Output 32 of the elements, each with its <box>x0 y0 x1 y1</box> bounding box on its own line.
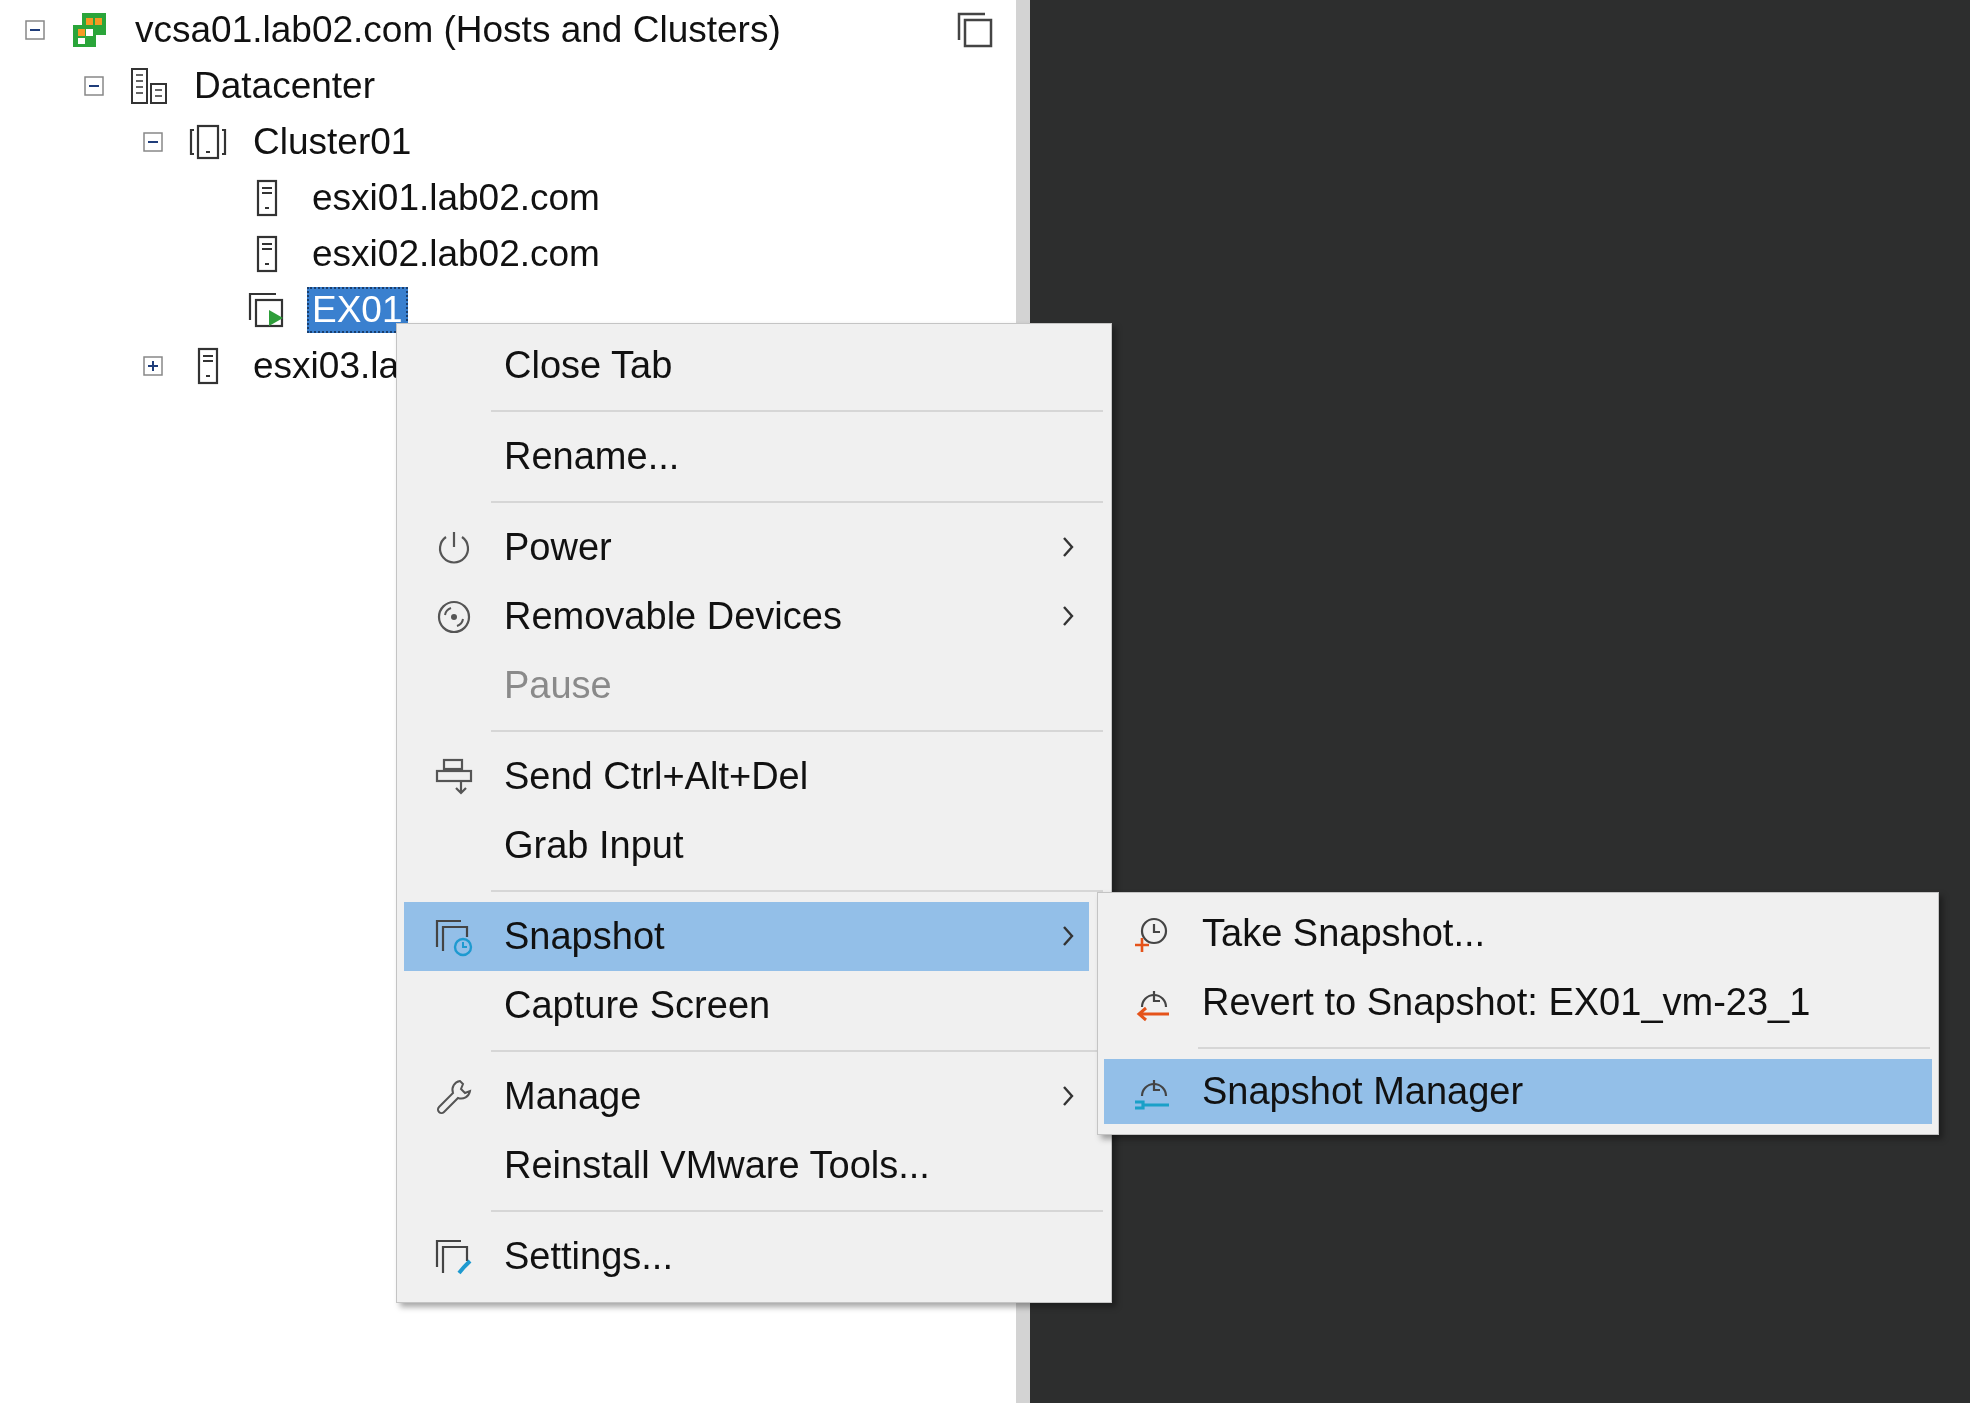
cluster-icon <box>188 122 228 162</box>
keyboard-send-icon <box>434 756 474 797</box>
menu-item[interactable]: Revert to Snapshot: EX01_vm-23_1 <box>1104 968 1932 1037</box>
menu-item[interactable]: Power <box>404 513 1089 582</box>
tree-item[interactable]: esxi02.lab02.com <box>307 231 605 277</box>
menu-item[interactable]: Close Tab <box>404 331 1089 400</box>
chevron-right-icon <box>1061 924 1075 948</box>
chevron-right-icon <box>1061 1084 1075 1108</box>
copy-icon[interactable] <box>955 10 995 50</box>
chevron-right-icon <box>1061 604 1075 628</box>
tree-item[interactable]: EX01 <box>307 287 408 333</box>
menu-item[interactable]: Manage <box>404 1062 1089 1131</box>
menu-item[interactable]: Snapshot <box>404 902 1089 971</box>
tree-item[interactable]: Datacenter <box>189 63 380 109</box>
buildings-icon <box>129 66 169 106</box>
tree-item[interactable]: vcsa01.lab02.com (Hosts and Clusters) <box>130 7 786 53</box>
menu-item[interactable]: Settings... <box>404 1222 1089 1291</box>
collapse-icon[interactable] <box>25 20 45 40</box>
expand-icon[interactable] <box>143 356 163 376</box>
menu-item[interactable]: Reinstall VMware Tools... <box>404 1131 1089 1200</box>
menu-item[interactable]: Removable Devices <box>404 582 1089 651</box>
menu-item[interactable]: Rename... <box>404 422 1089 491</box>
menu-item[interactable]: Capture Screen <box>404 971 1089 1040</box>
collapse-icon[interactable] <box>84 76 104 96</box>
menu-item[interactable]: Grab Input <box>404 811 1089 880</box>
menu-item[interactable]: Take Snapshot... <box>1104 899 1932 968</box>
menu-item[interactable]: Snapshot Manager <box>1104 1059 1932 1124</box>
tree-item[interactable]: Cluster01 <box>248 119 417 165</box>
collapse-icon[interactable] <box>143 132 163 152</box>
menu-item[interactable]: Send Ctrl+Alt+Del <box>404 742 1089 811</box>
tree-item[interactable]: esxi01.lab02.com <box>307 175 605 221</box>
chevron-right-icon <box>1061 535 1075 559</box>
